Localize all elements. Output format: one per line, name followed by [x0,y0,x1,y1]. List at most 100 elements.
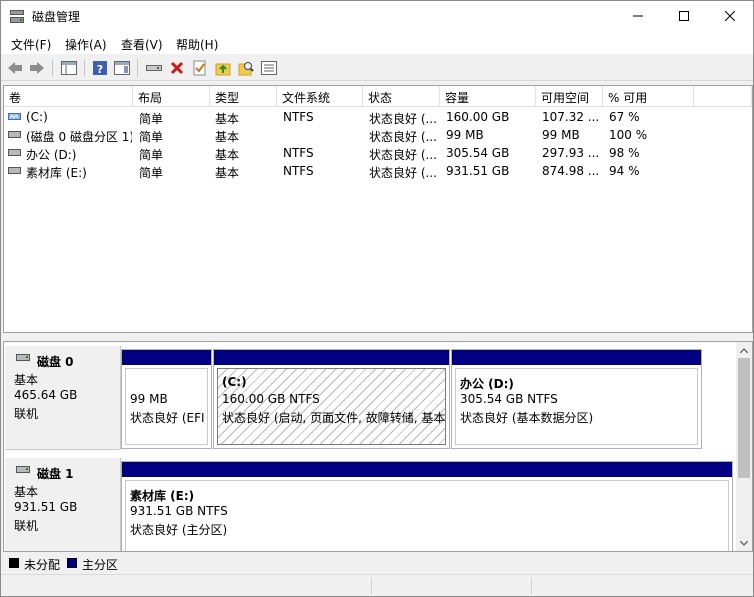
partition-efi[interactable]: 99 MB 状态良好 (EFI [121,349,212,449]
help-button[interactable]: ? [90,58,110,78]
delete-button[interactable] [167,58,187,78]
up-folder-icon [215,63,231,76]
menu-file[interactable]: 文件(F) [11,36,51,53]
volume-row[interactable]: (磁盘 0 磁盘分区 1) 简单 基本 状态良好 (... 99 MB 99 M… [4,126,752,144]
partition-title: (C:) [222,375,247,389]
partition-size: 305.54 GB NTFS [460,392,558,406]
column-header-filesystem[interactable]: 文件系统 [277,86,363,107]
volume-type: 基本 [215,130,240,144]
vertical-scrollbar[interactable] [736,342,752,551]
partition-body: 素材库 (E:) 931.51 GB NTFS 状态良好 (主分区) [125,480,729,551]
volume-status: 状态良好 (... [369,148,437,162]
menu-bar: 文件(F) 操作(A) 查看(V) 帮助(H) [1,32,753,54]
disk-0-label[interactable]: 磁盘 0 基本 465.64 GB 联机 [5,346,121,450]
volume-type: 基本 [215,112,240,126]
back-button[interactable] [5,58,25,78]
partition-c[interactable]: (C:) 160.00 GB NTFS 状态良好 (启动, 页面文件, 故障转储… [213,349,450,449]
volume-row[interactable]: 素材库 (E:) 简单 基本 NTFS 状态良好 (... 931.51 GB … [4,162,752,180]
volume-capacity: 160.00 GB [446,110,510,124]
scroll-thumb[interactable] [738,358,750,478]
volume-status: 状态良好 (... [369,112,437,126]
volume-row[interactable]: 办公 (D:) 简单 基本 NTFS 状态良好 (... 305.54 GB 2… [4,144,752,162]
partition-status: 状态良好 (基本数据分区) [460,411,594,425]
show-action-pane-button[interactable] [112,58,132,78]
pane-splitter[interactable] [1,333,753,341]
check-icon [193,60,206,76]
volume-name: (磁盘 0 磁盘分区 1) [26,130,132,144]
close-icon [725,11,735,21]
disk-layout-pane: 磁盘 0 基本 465.64 GB 联机 99 MB 状态良好 (EFI (C:… [3,341,753,552]
volume-type: 基本 [215,148,240,162]
volume-free-space: 99 MB [542,128,580,142]
partition-status: 状态良好 (启动, 页面文件, 故障转储, 基本 [222,411,446,425]
list-view-button[interactable] [259,58,279,78]
delete-icon [170,61,184,75]
disk-icon [16,466,30,473]
volume-name: 素材库 (E:) [26,166,87,180]
svg-text:?: ? [97,63,103,76]
partition-body: (C:) 160.00 GB NTFS 状态良好 (启动, 页面文件, 故障转储… [217,368,446,445]
column-header-capacity[interactable]: 容量 [440,86,536,107]
volume-free-space: 874.98 ... [542,164,600,178]
volume-free-space: 297.93 ... [542,146,600,160]
disk-size: 931.51 GB [14,500,78,514]
column-header-percent-free[interactable]: % 可用 [603,86,694,107]
legend-label-primary: 主分区 [82,558,119,572]
disk-state: 联机 [14,519,39,533]
volume-capacity: 305.54 GB [446,146,510,160]
volume-capacity: 99 MB [446,128,484,142]
search-button[interactable] [236,58,256,78]
menu-help[interactable]: 帮助(H) [176,36,218,53]
menu-action[interactable]: 操作(A) [65,36,107,53]
connect-disk-button[interactable] [144,58,164,78]
partition-body: 99 MB 状态良好 (EFI [125,368,208,445]
column-header-volume[interactable]: 卷 [4,86,133,107]
column-header-status[interactable]: 状态 [363,86,440,107]
console-tree-icon [61,61,77,75]
volume-icon [8,113,21,120]
scroll-down-button[interactable] [736,535,752,551]
volume-filesystem: NTFS [283,164,314,178]
forward-button[interactable] [27,58,47,78]
legend-swatch-unallocated [9,558,19,568]
partition-type-bar [122,462,732,477]
legend: 未分配 主分区 [3,553,753,573]
minimize-button[interactable] [615,1,661,31]
chevron-down-icon [740,540,748,546]
scroll-up-button[interactable] [736,342,752,358]
column-header-free-space[interactable]: 可用空间 [536,86,603,107]
volume-status: 状态良好 (... [369,130,437,144]
volume-row[interactable]: (C:) 简单 基本 NTFS 状态良好 (... 160.00 GB 107.… [4,108,752,126]
partition-type-bar [214,350,449,365]
check-button[interactable] [190,58,210,78]
chevron-up-icon [740,347,748,353]
column-header-type[interactable]: 类型 [210,86,277,107]
column-header-filler [694,86,752,107]
menu-view[interactable]: 查看(V) [121,36,163,53]
disk-state: 联机 [14,407,39,421]
partition-size: 160.00 GB NTFS [222,392,320,406]
partition-size: 931.51 GB NTFS [130,504,228,518]
status-separator [531,578,532,594]
volume-layout: 简单 [139,148,164,162]
back-arrow-icon [8,62,22,74]
up-folder-button[interactable] [213,58,233,78]
close-button[interactable] [707,1,753,31]
volume-icon [8,167,21,174]
maximize-icon [679,11,689,21]
toolbar: ? [1,55,753,81]
disk-management-icon [10,10,24,23]
disk-icon [16,354,30,361]
volume-list[interactable]: 卷 布局 类型 文件系统 状态 容量 可用空间 % 可用 (C:) 简单 基本 … [3,85,753,333]
status-bar [1,574,753,596]
toolbar-separator [84,59,85,77]
show-console-tree-button[interactable] [59,58,79,78]
volume-icon [8,149,21,156]
partition-d[interactable]: 办公 (D:) 305.54 GB NTFS 状态良好 (基本数据分区) [451,349,702,449]
volume-percent-free: 67 % [609,110,640,124]
column-header-layout[interactable]: 布局 [133,86,210,107]
partition-e[interactable]: 素材库 (E:) 931.51 GB NTFS 状态良好 (主分区) [121,461,733,551]
maximize-button[interactable] [661,1,707,31]
disk-1-label[interactable]: 磁盘 1 基本 931.51 GB 联机 [5,458,121,551]
partition-status: 状态良好 (EFI [130,411,205,425]
